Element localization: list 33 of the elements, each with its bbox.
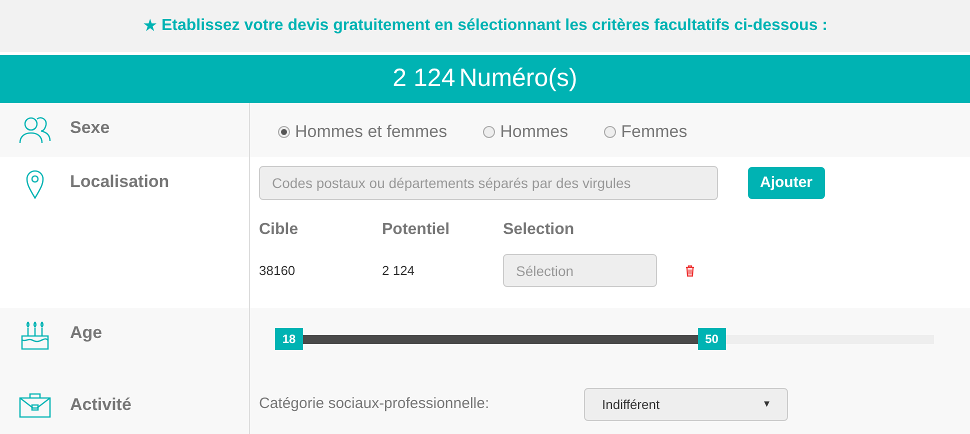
caret-icon: ▾	[764, 396, 770, 413]
age-slider[interactable]: 18 50	[275, 328, 934, 350]
location-pin-icon	[25, 169, 45, 199]
radio-option[interactable]: Femmes	[604, 119, 688, 144]
column-header: Cible	[259, 220, 300, 240]
selection-field[interactable]: Sélection	[503, 254, 657, 287]
field-label: Catégorie sociaux-professionnelle:	[259, 394, 490, 414]
max-handle[interactable]: 50	[698, 328, 726, 350]
table-cell-text: 2 124	[382, 262, 416, 280]
category-select[interactable]: Indifférent ▾	[584, 388, 788, 421]
section-label: Sexe	[70, 117, 110, 139]
radio-option[interactable]: Hommes	[483, 119, 568, 144]
radio-option[interactable]: Hommes et femmes	[278, 119, 448, 144]
briefcase-icon	[18, 392, 52, 418]
star-icon: ★	[142, 13, 158, 39]
section-label: Age	[70, 322, 102, 344]
radio-button[interactable]	[604, 126, 616, 138]
cake-icon	[19, 320, 51, 350]
count-value: 2 124	[392, 63, 456, 94]
column-header: Selection	[503, 220, 574, 240]
postal-code-field[interactable]: Codes postaux ou départements séparés par des virgules	[259, 166, 718, 200]
section-label: Activité	[70, 394, 132, 416]
min-handle[interactable]: 18	[275, 328, 303, 350]
radio-button[interactable]	[278, 126, 290, 138]
column-header: Potentiel	[382, 220, 451, 240]
header-text: Etablissez votre devis gratuitement en sélectionnant les critères facultatifs ci-dessous :	[162, 16, 828, 36]
people-icon	[18, 115, 52, 145]
radio-button[interactable]	[483, 126, 496, 138]
section-label: Localisation	[70, 171, 170, 193]
trash-icon[interactable]	[685, 264, 695, 276]
count-unit: Numéro(s)	[459, 63, 578, 94]
table-cell-text: 38160	[259, 262, 296, 280]
add-button[interactable]: Ajouter	[748, 167, 824, 199]
